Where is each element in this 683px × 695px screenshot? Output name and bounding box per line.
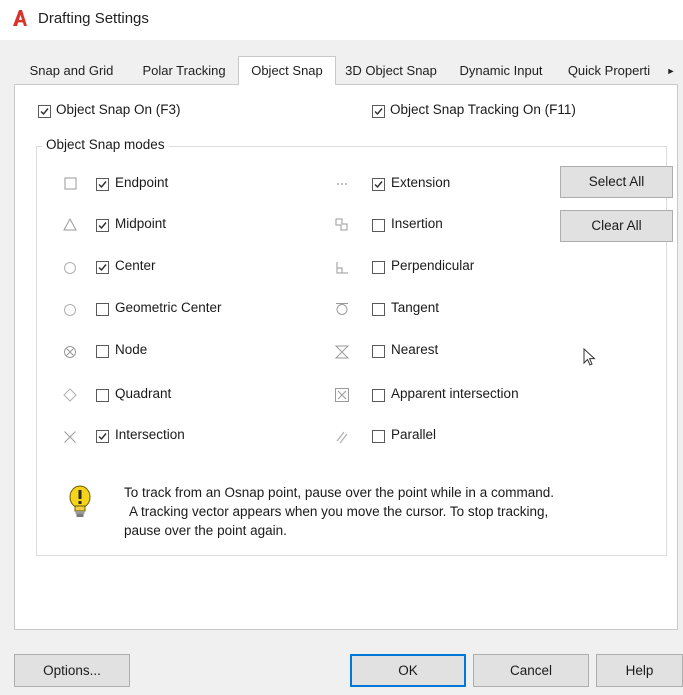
tab-polar-tracking[interactable]: Polar Tracking [128,59,240,83]
extension-icon [334,176,350,192]
quadrant-label[interactable]: Quadrant [115,386,171,401]
node-checkbox[interactable] [96,345,109,358]
geometric-center-label[interactable]: Geometric Center [115,300,222,315]
quadrant-checkbox[interactable] [96,389,109,402]
node-icon [62,344,78,360]
geometric-center-icon [62,302,78,318]
object-snap-on-label[interactable]: Object Snap On (F3) [56,102,181,117]
lightbulb-icon [66,484,96,524]
window-title: Drafting Settings [38,10,149,27]
perpendicular-label[interactable]: Perpendicular [391,258,474,273]
parallel-icon [334,429,350,445]
object-snap-modes-title: Object Snap modes [42,137,169,152]
ok-button[interactable]: OK [350,654,466,687]
tangent-label[interactable]: Tangent [391,300,439,315]
tab-object-snap[interactable]: Object Snap [238,56,336,85]
endpoint-checkbox[interactable] [96,178,109,191]
endpoint-label[interactable]: Endpoint [115,175,168,190]
mouse-cursor-icon [583,347,597,368]
midpoint-checkbox[interactable] [96,219,109,232]
center-label[interactable]: Center [115,258,156,273]
perpendicular-icon [334,260,350,276]
tab-strip: Snap and Grid Polar Tracking Object Snap… [14,56,679,85]
object-snap-on-checkbox[interactable] [38,105,51,118]
tangent-checkbox[interactable] [372,303,385,316]
apparent-intersection-label[interactable]: Apparent intersection [391,386,519,401]
tracking-hint-line-2: A tracking vector appears when you move … [129,504,549,519]
cancel-button[interactable]: Cancel [473,654,589,687]
tangent-icon [334,301,350,317]
parallel-checkbox[interactable] [372,430,385,443]
center-checkbox[interactable] [96,261,109,274]
tracking-hint-line-1: To track from an Osnap point, pause over… [124,485,554,500]
midpoint-label[interactable]: Midpoint [115,216,166,231]
node-label[interactable]: Node [115,342,147,357]
tab-scroll-right-icon[interactable]: ► [664,60,678,82]
center-icon [62,260,78,276]
insertion-label[interactable]: Insertion [391,216,443,231]
object-snap-tracking-on-checkbox[interactable] [372,105,385,118]
options-button[interactable]: Options... [14,654,130,687]
perpendicular-checkbox[interactable] [372,261,385,274]
tracking-hint-line-3: pause over the point again. [124,523,287,538]
clear-all-button[interactable]: Clear All [560,210,673,242]
apparent-intersection-checkbox[interactable] [372,389,385,402]
tracking-hint-text: To track from an Osnap point, pause over… [124,483,644,540]
extension-checkbox[interactable] [372,178,385,191]
intersection-checkbox[interactable] [96,430,109,443]
intersection-label[interactable]: Intersection [115,427,185,442]
insertion-icon [334,217,350,233]
extension-label[interactable]: Extension [391,175,450,190]
tab-dynamic-input[interactable]: Dynamic Input [450,59,552,83]
quadrant-icon [62,387,78,403]
help-button[interactable]: Help [596,654,683,687]
nearest-label[interactable]: Nearest [391,342,438,357]
parallel-label[interactable]: Parallel [391,427,436,442]
nearest-icon [334,344,350,360]
tab-3d-object-snap[interactable]: 3D Object Snap [335,59,447,83]
endpoint-icon [63,176,79,192]
object-snap-tracking-on-label[interactable]: Object Snap Tracking On (F11) [390,102,576,117]
geometric-center-checkbox[interactable] [96,303,109,316]
apparent-intersection-icon [334,387,350,403]
tab-quick-properties[interactable]: Quick Properti [556,59,662,83]
midpoint-icon [62,217,78,233]
insertion-checkbox[interactable] [372,219,385,232]
nearest-checkbox[interactable] [372,345,385,358]
tab-snap-and-grid[interactable]: Snap and Grid [18,59,125,83]
autocad-logo-icon [12,9,28,27]
intersection-icon [62,429,78,445]
select-all-button[interactable]: Select All [560,166,673,198]
